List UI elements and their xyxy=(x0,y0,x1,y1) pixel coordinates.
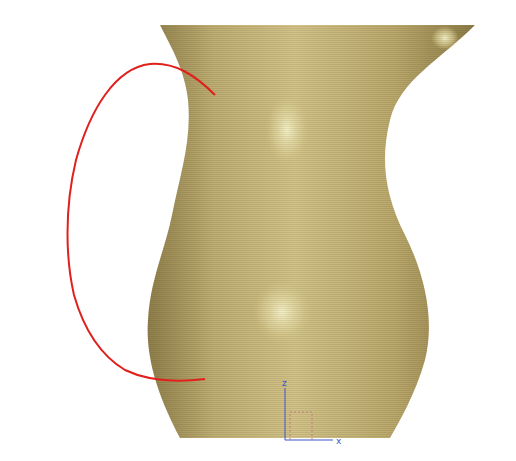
pitcher-body[interactable] xyxy=(148,25,475,438)
axis-label: x xyxy=(336,436,342,446)
3d-viewport[interactable]: zx xyxy=(0,0,516,461)
model-canvas[interactable]: zx xyxy=(0,0,516,461)
axis-triad-icon: zx xyxy=(282,378,342,446)
axis-label: z xyxy=(282,378,287,388)
handle-sketch-curve[interactable] xyxy=(68,64,216,381)
